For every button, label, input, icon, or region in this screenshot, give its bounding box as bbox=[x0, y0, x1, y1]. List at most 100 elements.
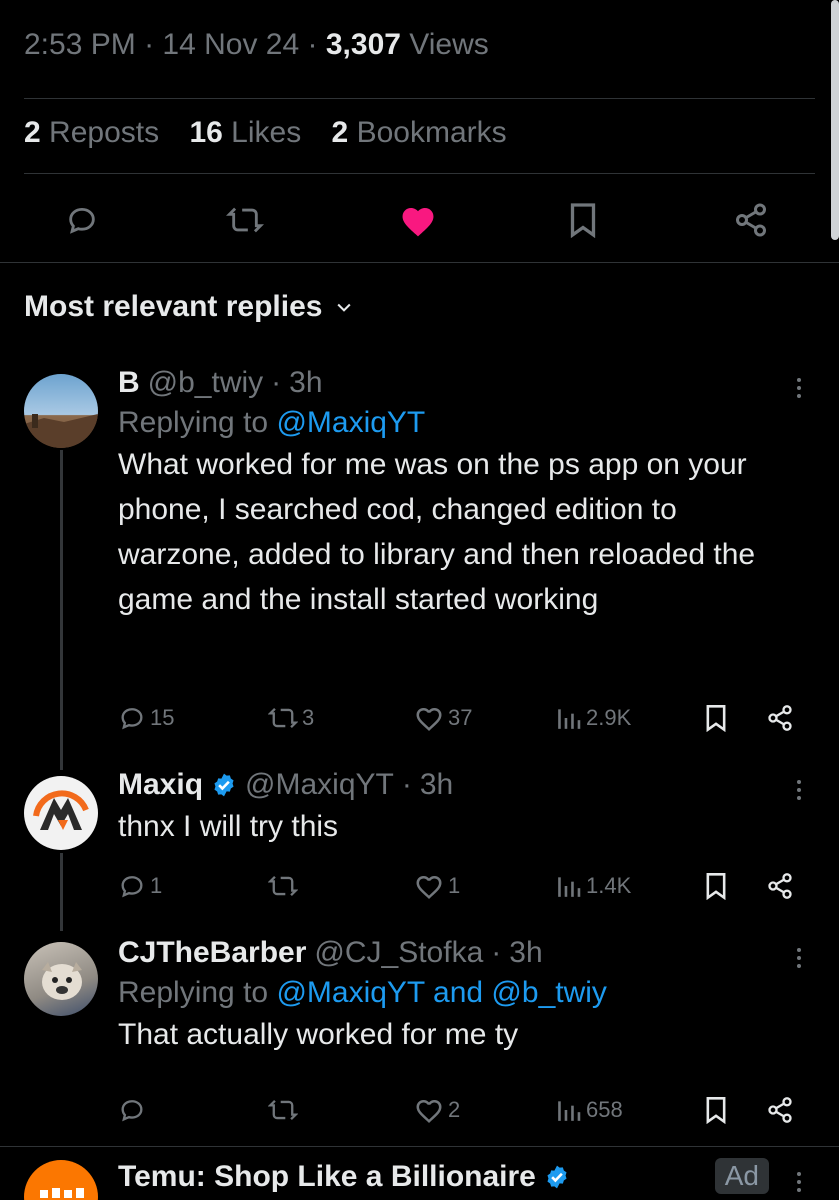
avatar[interactable] bbox=[24, 942, 98, 1016]
dog-avatar-image bbox=[42, 962, 82, 1000]
repost-icon bbox=[268, 875, 298, 897]
reply-time[interactable]: 3h bbox=[289, 366, 322, 400]
like-button[interactable] bbox=[398, 196, 438, 244]
reposts-stat[interactable]: 2 Reposts bbox=[24, 116, 159, 149]
engagement-stats: 2 Reposts 16 Likes 2 Bookmarks bbox=[24, 116, 507, 150]
author-handle[interactable]: @b_twiy bbox=[148, 366, 264, 400]
reply-text: What worked for me was on the ps app on … bbox=[118, 448, 756, 616]
views-count: 2.9K bbox=[586, 705, 632, 730]
verified-badge-icon bbox=[547, 1165, 567, 1189]
repost-button[interactable] bbox=[225, 196, 265, 244]
bookmark-button[interactable] bbox=[704, 866, 728, 906]
share-button[interactable] bbox=[766, 698, 794, 738]
advertiser-name[interactable]: Temu: Shop Like a Billionaire bbox=[118, 1160, 536, 1194]
bookmark-icon bbox=[706, 705, 726, 732]
divider bbox=[0, 1146, 839, 1147]
replies-sort-dropdown[interactable]: Most relevant replies bbox=[24, 290, 354, 324]
more-options-button[interactable] bbox=[789, 770, 809, 810]
verified-badge-icon bbox=[214, 773, 234, 797]
reply-icon bbox=[121, 876, 143, 898]
reply-button[interactable]: 1 bbox=[118, 866, 162, 906]
bookmark-button[interactable] bbox=[704, 1090, 728, 1130]
like-button[interactable]: 2 bbox=[414, 1090, 460, 1130]
views-label: Views bbox=[409, 28, 489, 61]
reply-time[interactable]: 3h bbox=[420, 768, 453, 802]
scrollbar[interactable] bbox=[831, 0, 839, 240]
like-button[interactable]: 1 bbox=[414, 866, 460, 906]
divider bbox=[24, 173, 815, 174]
bookmarks-stat[interactable]: 2 Bookmarks bbox=[332, 116, 507, 149]
share-icon bbox=[768, 873, 792, 899]
repost-button[interactable]: 3 bbox=[268, 698, 314, 738]
like-icon-filled bbox=[402, 207, 434, 237]
repost-count: 3 bbox=[302, 705, 315, 730]
reply-header: Maxiq @MaxiqYT · 3h bbox=[118, 768, 454, 802]
more-options-button[interactable] bbox=[789, 938, 809, 978]
reply-icon bbox=[69, 207, 95, 234]
repost-icon bbox=[226, 207, 264, 233]
reply-content: Maxiq @MaxiqYT · 3h thnx I will try this bbox=[118, 768, 779, 849]
views-bars-icon bbox=[558, 709, 581, 729]
likes-stat[interactable]: 16 Likes bbox=[189, 116, 301, 149]
replying-to: Replying to @MaxiqYT bbox=[118, 406, 426, 439]
views-button[interactable]: 2.9K bbox=[556, 698, 631, 738]
author-name[interactable]: Maxiq bbox=[118, 768, 203, 802]
reply-button[interactable] bbox=[62, 196, 102, 244]
reply-header: B @b_twiy · 3h bbox=[118, 366, 323, 400]
views-bars-icon bbox=[558, 1101, 581, 1121]
bookmark-button[interactable] bbox=[704, 698, 728, 738]
reply-actions: 2 658 bbox=[118, 1090, 818, 1130]
more-options-button[interactable] bbox=[789, 1162, 809, 1200]
replying-to: Replying to @MaxiqYT and @b_twiy bbox=[118, 976, 607, 1009]
repost-button[interactable] bbox=[268, 1090, 302, 1130]
reply-button[interactable]: 15 bbox=[118, 698, 174, 738]
author-name[interactable]: CJTheBarber bbox=[118, 936, 306, 970]
reply-header: CJTheBarber @CJ_Stofka · 3h bbox=[118, 936, 543, 970]
author-handle[interactable]: @MaxiqYT bbox=[245, 768, 394, 802]
reply-content: B @b_twiy · 3h Replying to @MaxiqYT What… bbox=[118, 366, 779, 622]
avatar[interactable] bbox=[24, 776, 98, 850]
tweet-action-bar bbox=[0, 196, 839, 244]
like-count: 37 bbox=[448, 705, 473, 730]
views-button[interactable]: 658 bbox=[556, 1090, 623, 1130]
mention-link[interactable]: @MaxiqYT bbox=[276, 406, 425, 439]
share-button[interactable] bbox=[766, 866, 794, 906]
views-button[interactable]: 1.4K bbox=[556, 866, 631, 906]
share-icon bbox=[736, 203, 766, 237]
divider bbox=[24, 98, 815, 99]
reply-icon bbox=[121, 708, 143, 730]
chevron-down-icon bbox=[337, 303, 352, 312]
ad-header: Temu: Shop Like a Billionaire bbox=[118, 1160, 779, 1194]
reply-count: 1 bbox=[150, 873, 163, 898]
reply-time[interactable]: 3h bbox=[509, 936, 542, 970]
repost-button[interactable] bbox=[268, 866, 302, 906]
repost-icon bbox=[268, 1099, 298, 1121]
bookmark-icon bbox=[706, 1097, 726, 1124]
reply-icon bbox=[121, 1100, 143, 1122]
author-handle[interactable]: @CJ_Stofka bbox=[314, 936, 483, 970]
author-name[interactable]: B bbox=[118, 366, 140, 400]
reply-text: That actually worked for me ty bbox=[118, 1018, 519, 1051]
share-icon bbox=[768, 1097, 792, 1123]
reply-text: thnx I will try this bbox=[118, 810, 339, 843]
like-count: 2 bbox=[448, 1097, 461, 1122]
like-button[interactable]: 37 bbox=[414, 698, 472, 738]
thread-line bbox=[60, 450, 63, 770]
reply-button[interactable] bbox=[118, 1090, 150, 1130]
tweet-time: 2:53 PM bbox=[24, 28, 136, 61]
share-button[interactable] bbox=[731, 196, 771, 244]
bookmark-button[interactable] bbox=[563, 196, 603, 244]
avatar[interactable] bbox=[24, 374, 98, 448]
temu-logo-icon bbox=[40, 1188, 84, 1198]
replies-sort-label: Most relevant replies bbox=[24, 290, 323, 323]
mention-link[interactable]: @MaxiqYT and @b_twiy bbox=[276, 976, 606, 1009]
maxiq-logo-icon bbox=[33, 790, 89, 830]
views-bars-icon bbox=[558, 877, 581, 897]
more-options-button[interactable] bbox=[789, 368, 809, 408]
repost-icon bbox=[268, 707, 298, 729]
avatar-image bbox=[24, 414, 98, 448]
reply-actions: 1 1 1.4K bbox=[118, 866, 818, 906]
bookmark-icon bbox=[570, 203, 596, 238]
avatar[interactable] bbox=[24, 1160, 98, 1200]
share-button[interactable] bbox=[766, 1090, 794, 1130]
